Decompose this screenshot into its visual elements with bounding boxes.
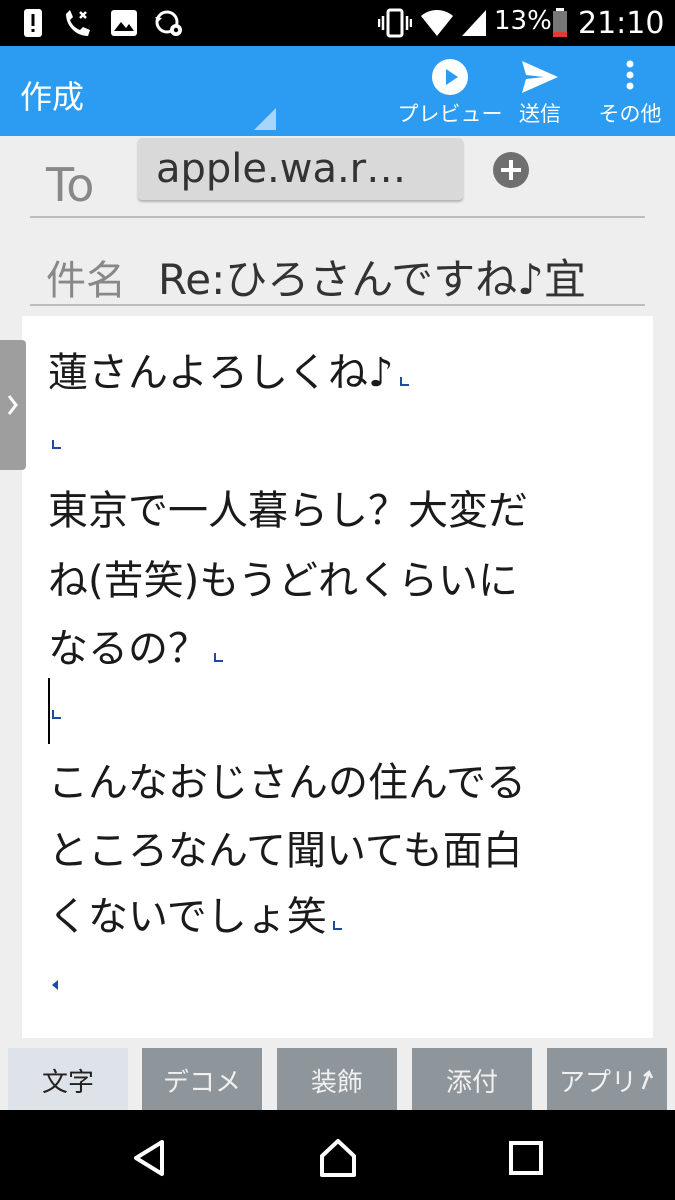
chevron-right-icon xyxy=(7,395,18,415)
recents-square-icon xyxy=(509,1141,543,1175)
tab-apps[interactable]: アプリ xyxy=(547,1048,667,1112)
return-mark-icon xyxy=(52,980,58,990)
body-line: 蓮さんよろしくね♪ xyxy=(48,340,409,398)
send-button[interactable]: 送信 xyxy=(495,58,585,128)
play-circle-icon xyxy=(432,59,468,95)
vibrate-icon xyxy=(378,8,412,38)
tab-apps-label: アプリ xyxy=(558,1067,637,1098)
navigation-bar xyxy=(0,1110,675,1200)
send-icon xyxy=(522,61,558,93)
more-vert-icon xyxy=(626,60,634,90)
back-button[interactable] xyxy=(130,1138,170,1178)
return-mark-icon xyxy=(214,653,223,662)
text-cursor xyxy=(48,678,50,744)
image-icon xyxy=(110,8,138,38)
body-line: なるの？ xyxy=(48,616,223,674)
body-line: ところなんて聞いても面白 xyxy=(48,828,523,874)
to-label: To xyxy=(46,158,95,212)
divider xyxy=(30,216,645,218)
body-line: ね(苦笑)もうどれくらいに xyxy=(48,558,519,604)
home-icon xyxy=(320,1139,356,1177)
tab-decoration[interactable]: 装飾 xyxy=(277,1048,397,1112)
send-label: 送信 xyxy=(519,102,561,126)
side-drawer-handle[interactable] xyxy=(0,340,26,470)
preview-label: プレビュー xyxy=(397,102,503,126)
tab-decome[interactable]: デコメ xyxy=(142,1048,262,1112)
recipient-chip[interactable]: apple.wa.r… xyxy=(138,138,463,200)
return-mark-icon xyxy=(52,710,61,719)
body-line: こんなおじさんの住んでる xyxy=(48,760,526,806)
recents-button[interactable] xyxy=(506,1138,546,1178)
settings-sync-icon xyxy=(154,8,184,38)
home-button[interactable] xyxy=(318,1138,358,1178)
subject-input[interactable]: Re:ひろさんですね♪宜 xyxy=(158,246,616,307)
arrow-up-icon xyxy=(641,1070,654,1090)
status-bar: 13% 21:10 xyxy=(0,0,675,46)
return-mark-icon xyxy=(399,377,409,386)
dropdown-corner-icon[interactable] xyxy=(254,108,276,130)
clock: 21:10 xyxy=(578,6,665,41)
preview-button[interactable]: プレビュー xyxy=(398,58,503,128)
alert-icon xyxy=(22,8,44,38)
battery-icon xyxy=(552,8,568,38)
subject-label: 件名 xyxy=(46,258,126,304)
tab-attach[interactable]: 添付 xyxy=(412,1048,532,1112)
plus-circle-icon xyxy=(493,152,529,188)
wifi-icon xyxy=(420,8,454,38)
add-recipient-button[interactable] xyxy=(492,151,530,189)
divider xyxy=(30,304,645,306)
more-button[interactable]: その他 xyxy=(585,58,675,128)
return-mark-icon xyxy=(52,440,61,449)
battery-percent: 13% xyxy=(494,6,552,36)
signal-icon xyxy=(460,8,488,38)
app-bar: 作成 プレビュー 送信 その他 xyxy=(0,46,675,136)
return-mark-icon xyxy=(332,921,342,930)
tab-text[interactable]: 文字 xyxy=(8,1048,128,1112)
missed-call-icon xyxy=(62,8,94,38)
back-triangle-icon xyxy=(134,1140,164,1176)
more-label: その他 xyxy=(598,102,662,126)
body-line: 東京で一人暮らし？大変だ xyxy=(48,488,528,534)
page-title: 作成 xyxy=(20,78,85,116)
body-line: くないでしょ笑 xyxy=(48,884,342,942)
